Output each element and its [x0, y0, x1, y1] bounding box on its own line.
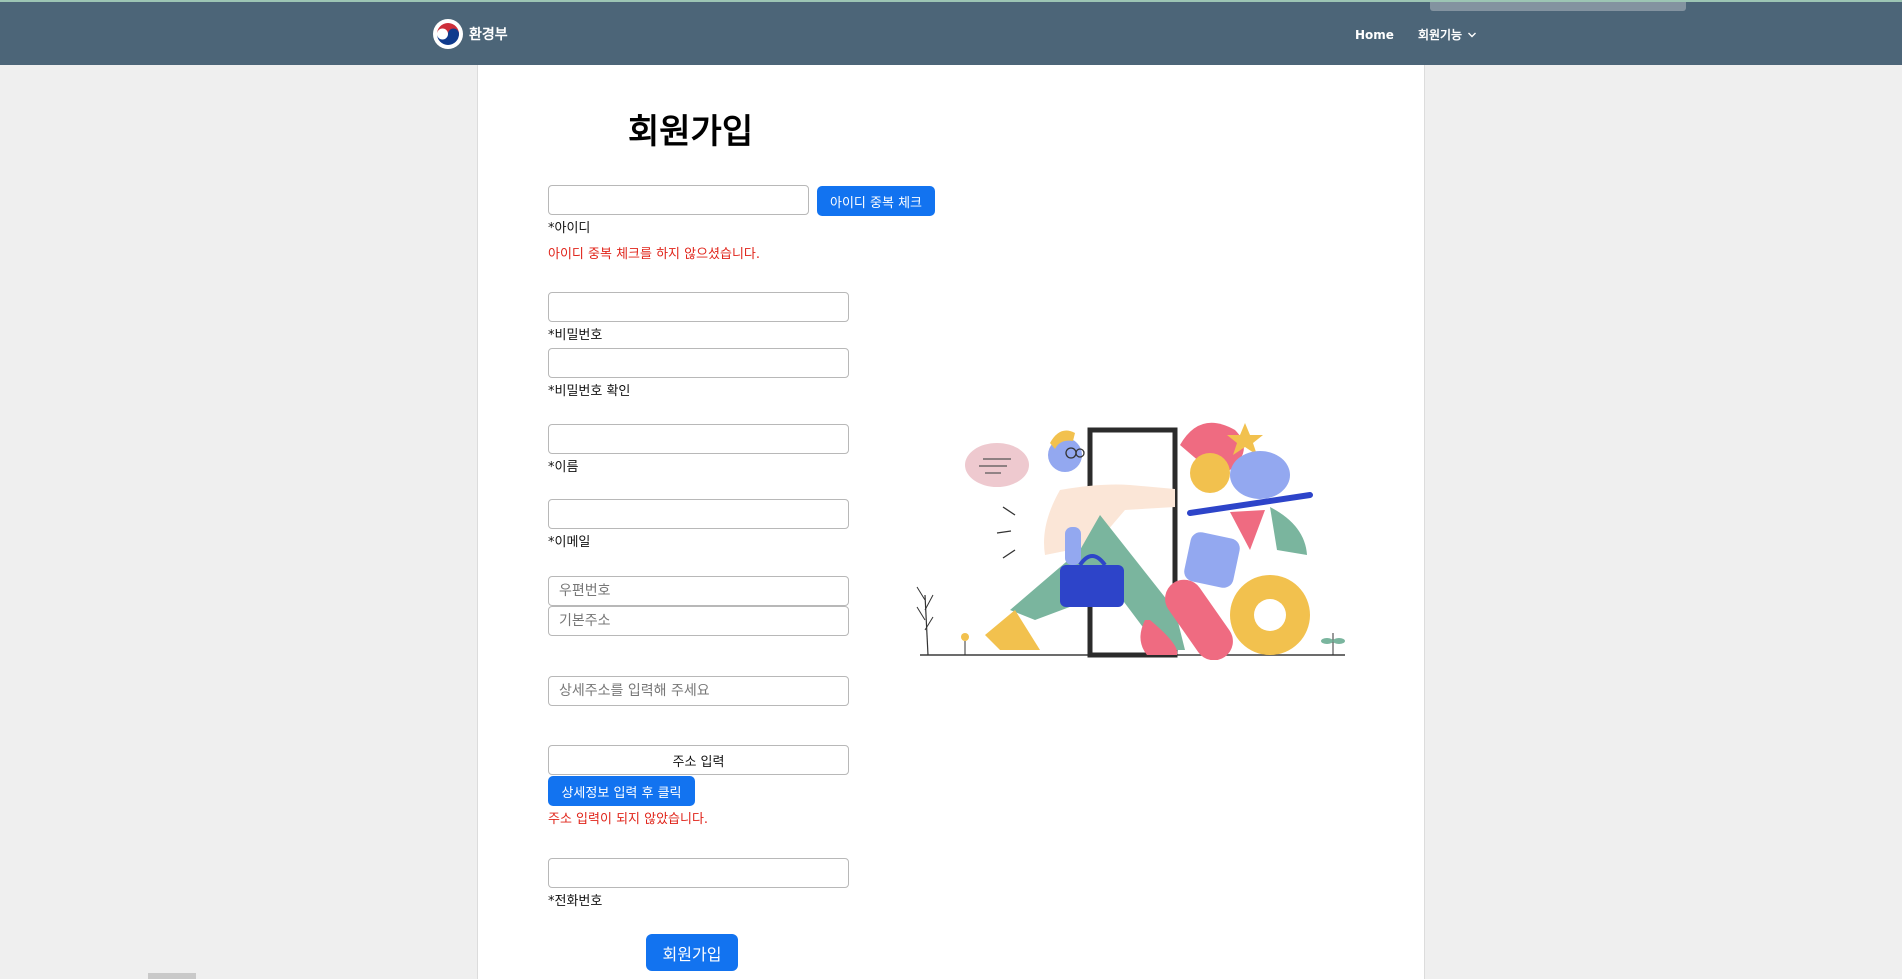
nav-dropdown-member-label: 회원기능: [1417, 28, 1463, 42]
taegeuk-logo-icon: [433, 19, 463, 49]
signup-submit-button[interactable]: 회원가입: [646, 934, 738, 971]
navbar: 환경부 Home 회원기능: [0, 2, 1902, 65]
address-error-message: 주소 입력이 되지 않았습니다.: [548, 812, 709, 827]
email-input[interactable]: [548, 499, 849, 529]
brand-name: 환경부: [469, 27, 508, 43]
password-label: *비밀번호: [548, 328, 603, 343]
detail-address-input[interactable]: [548, 676, 849, 706]
zipcode-input[interactable]: [548, 576, 849, 606]
nav-link-home[interactable]: Home: [1355, 28, 1394, 42]
navbar-search-stub: [1430, 2, 1686, 11]
brand[interactable]: 환경부: [432, 18, 508, 50]
page-title: 회원가입: [628, 112, 754, 152]
address-confirm-button[interactable]: 상세정보 입력 후 클릭: [548, 776, 695, 806]
password-confirm-input[interactable]: [548, 348, 849, 378]
name-input[interactable]: [548, 424, 849, 454]
password-input[interactable]: [548, 292, 849, 322]
horizontal-scrollbar[interactable]: [148, 973, 196, 979]
nav-dropdown-member[interactable]: 회원기능: [1418, 26, 1477, 43]
nav-link-home-label: Home: [1355, 27, 1394, 42]
email-label: *이메일: [548, 535, 591, 550]
welcome-illustration: [916, 422, 1345, 660]
chevron-down-icon: [1468, 32, 1477, 37]
phone-input[interactable]: [548, 858, 849, 888]
id-error-message: 아이디 중복 체크를 하지 않으셨습니다.: [548, 247, 761, 262]
name-label: *이름: [548, 460, 579, 475]
id-duplicate-check-button[interactable]: 아이디 중복 체크: [817, 186, 935, 216]
nav-links: Home 회원기능: [1355, 26, 1477, 43]
phone-label: *전화번호: [548, 894, 603, 909]
base-address-input[interactable]: [548, 606, 849, 636]
address-input-button[interactable]: 주소 입력: [548, 745, 849, 775]
password-confirm-label: *비밀번호 확인: [548, 384, 631, 399]
id-label: *아이디: [548, 221, 591, 236]
id-input[interactable]: [548, 185, 809, 215]
